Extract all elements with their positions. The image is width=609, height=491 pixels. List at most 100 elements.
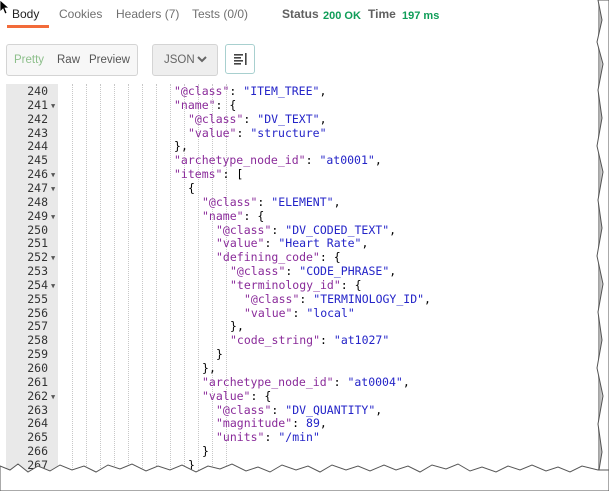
- status-label: Status: [282, 7, 319, 21]
- code-text: },: [230, 319, 244, 334]
- code-line: 243 "value": "structure": [6, 126, 598, 140]
- line-number: 265: [27, 430, 48, 445]
- wrap-lines-button[interactable]: [225, 44, 255, 74]
- response-panel: Body Cookies Headers (7) Tests (0/0) Sta…: [0, 0, 598, 478]
- code-text: "@class": "DV_TEXT",: [188, 111, 327, 126]
- code-line: 253 "@class": "CODE_PHRASE",: [6, 264, 598, 278]
- code-text: "archetype_node_id": "at0001",: [174, 153, 382, 168]
- code-text: {: [188, 180, 195, 195]
- raw-button[interactable]: Raw: [57, 54, 80, 66]
- code-line: 255 "@class": "TERMINOLOGY_ID",: [6, 292, 598, 306]
- code-line: 244},: [6, 139, 598, 153]
- code-text: "value": "local": [244, 305, 355, 320]
- line-number: 245: [27, 153, 48, 168]
- mouse-cursor-icon: [0, 0, 11, 21]
- response-tabs: Body Cookies Headers (7) Tests (0/0) Sta…: [0, 0, 598, 30]
- line-number: 255: [27, 291, 48, 306]
- code-text: "@class": "DV_CODED_TEXT",: [216, 222, 397, 237]
- code-text: "defining_code": {: [216, 250, 341, 265]
- line-number: 241: [27, 97, 48, 112]
- view-mode-group: Pretty Raw Preview: [6, 44, 138, 76]
- code-line: 262 ▼ "value": {: [6, 389, 598, 403]
- code-line: 264 "magnitude": 89,: [6, 416, 598, 430]
- code-line: 261 "archetype_node_id": "at0004",: [6, 375, 598, 389]
- code-line: 251 "value": "Heart Rate",: [6, 236, 598, 250]
- pretty-button[interactable]: Pretty: [14, 54, 44, 66]
- line-number: 259: [27, 347, 48, 362]
- line-number: 264: [27, 416, 48, 431]
- code-line: 248 "@class": "ELEMENT",: [6, 195, 598, 209]
- line-number: 254: [27, 277, 48, 292]
- line-number: 240: [27, 84, 48, 98]
- code-text: "name": {: [202, 208, 265, 223]
- line-number: 253: [27, 264, 48, 279]
- status-value: 200 OK: [323, 10, 361, 22]
- code-text: "@class": "ELEMENT",: [202, 194, 341, 209]
- active-tab-indicator: [7, 25, 49, 28]
- code-text: "@class": "ITEM_TREE",: [174, 84, 327, 98]
- code-line: 250 "@class": "DV_CODED_TEXT",: [6, 223, 598, 237]
- code-text: },: [202, 361, 216, 375]
- line-number: 251: [27, 236, 48, 251]
- code-line: 247 ▼{: [6, 181, 598, 195]
- torn-edge-right: [596, 0, 609, 471]
- wrap-lines-icon: [233, 52, 247, 71]
- code-line: 242 "@class": "DV_TEXT",: [6, 112, 598, 126]
- line-number: 258: [27, 333, 48, 348]
- line-number: 244: [27, 139, 48, 154]
- preview-button[interactable]: Preview: [89, 54, 130, 66]
- code-text: "name": {: [174, 97, 237, 112]
- line-number: 257: [27, 319, 48, 334]
- code-text: "@class": "CODE_PHRASE",: [230, 264, 397, 279]
- code-text: "value": "structure": [188, 125, 327, 140]
- code-line: 249 ▼ "name": {: [6, 209, 598, 223]
- line-number: 242: [27, 111, 48, 126]
- code-line: 257},: [6, 319, 598, 333]
- line-number: 261: [27, 374, 48, 389]
- line-number: 256: [27, 305, 48, 320]
- tab-body[interactable]: Body: [12, 7, 39, 21]
- code-line: 254 ▼ "terminology_id": {: [6, 278, 598, 292]
- tab-cookies[interactable]: Cookies: [59, 7, 102, 21]
- code-text: "terminology_id": {: [230, 277, 362, 292]
- tab-headers[interactable]: Headers (7): [116, 7, 179, 21]
- json-code-viewer[interactable]: 240 "@class": "ITEM_TREE", 241 ▼ "name": {24…: [6, 84, 598, 478]
- code-text: "magnitude": 89,: [216, 416, 327, 431]
- code-line: 252 ▼ "defining_code": {: [6, 250, 598, 264]
- torn-edge-bottom: [0, 463, 609, 491]
- code-line: 265 "units": "/min": [6, 430, 598, 444]
- code-line: 259}: [6, 347, 598, 361]
- code-line: 258 "code_string": "at1027": [6, 333, 598, 347]
- line-number: 243: [27, 125, 48, 140]
- code-text: "units": "/min": [216, 430, 320, 445]
- code-line: 246 ▼ "items": [: [6, 167, 598, 181]
- line-number: 262: [27, 388, 48, 403]
- tab-tests[interactable]: Tests (0/0): [192, 7, 248, 21]
- format-select-label: JSON: [164, 54, 195, 66]
- line-number: 263: [27, 402, 48, 417]
- response-toolbar: Pretty Raw Preview JSON: [0, 44, 598, 76]
- line-number: 248: [27, 194, 48, 209]
- code-line: 240 "@class": "ITEM_TREE",: [6, 84, 598, 98]
- code-line: 263 "@class": "DV_QUANTITY",: [6, 403, 598, 417]
- code-text: "value": {: [202, 388, 272, 403]
- line-number: 260: [27, 361, 48, 375]
- code-text: "@class": "DV_QUANTITY",: [216, 402, 383, 417]
- code-text: "items": [: [174, 167, 244, 182]
- code-line: 241 ▼ "name": {: [6, 98, 598, 112]
- time-label: Time: [368, 7, 396, 21]
- code-text: },: [174, 139, 188, 154]
- code-line: 256 "value": "local": [6, 306, 598, 320]
- chevron-down-icon: [196, 53, 208, 68]
- time-value: 197 ms: [402, 10, 440, 22]
- code-text: "code_string": "at1027": [230, 333, 390, 348]
- line-number: 246: [27, 167, 48, 182]
- code-text: }: [216, 347, 223, 362]
- line-number: 247: [27, 180, 48, 195]
- code-text: "archetype_node_id": "at0004",: [202, 374, 410, 389]
- code-text: "value": "Heart Rate",: [216, 236, 369, 251]
- line-number: 252: [27, 250, 48, 265]
- code-text: "@class": "TERMINOLOGY_ID",: [244, 291, 431, 306]
- line-number: 249: [27, 208, 48, 223]
- format-select[interactable]: JSON: [152, 44, 218, 76]
